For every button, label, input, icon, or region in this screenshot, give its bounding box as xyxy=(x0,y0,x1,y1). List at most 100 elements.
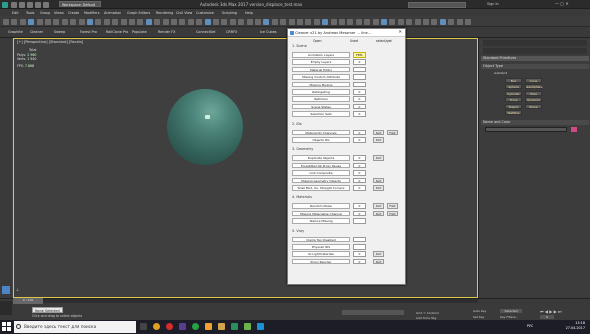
toolbar-tool-icon[interactable] xyxy=(112,18,119,25)
sphere-object[interactable] xyxy=(167,89,243,165)
create-geosphere-button[interactable]: GeoSphere xyxy=(525,84,543,90)
menu-civil-view[interactable]: Civil View xyxy=(176,11,192,15)
opera-icon[interactable] xyxy=(166,323,173,330)
check-button[interactable]: Forest/Rail Ob Proxy Reuse xyxy=(292,162,350,169)
plugin-crrfx-button[interactable]: CRRFX xyxy=(226,30,237,34)
check-button[interactable]: GI Lightmaterials xyxy=(292,251,350,257)
check-button[interactable]: Proxy Reorder xyxy=(292,258,350,265)
plugin-graphite-button[interactable]: Graphite xyxy=(8,30,23,34)
toolbar-tool-icon[interactable] xyxy=(305,18,312,25)
toolbar-tool-icon[interactable] xyxy=(255,18,261,25)
viewport-label[interactable]: [+] [Perspective] [Standard] [Facets] xyxy=(17,40,83,44)
undo-icon[interactable] xyxy=(35,1,41,8)
menu-views[interactable]: Views xyxy=(54,11,64,15)
check-button[interactable]: Shell Mod. Ov. Straight Corners xyxy=(292,185,350,191)
autogrid-checkbox[interactable]: AutoGrid xyxy=(494,71,507,75)
command-panel-tabs[interactable] xyxy=(483,40,587,46)
viewport-layout-icon[interactable] xyxy=(2,286,10,294)
toolbar-tool-icon[interactable] xyxy=(129,18,135,25)
select-button[interactable]: Slct xyxy=(373,203,384,209)
plugin-railclone-pro-button[interactable]: RailClone Pro xyxy=(106,30,128,34)
plugin-populate-button[interactable]: Populate xyxy=(132,30,147,34)
toolbar-tool-icon[interactable] xyxy=(154,18,161,25)
close-icon[interactable]: ✕ xyxy=(398,30,402,35)
toolbar-tool-icon[interactable] xyxy=(196,18,203,25)
check-button[interactable]: Scene States xyxy=(292,103,350,110)
workspace-dropdown[interactable]: Workspace: Default xyxy=(59,1,101,7)
check-button[interactable]: Empty Layers xyxy=(292,59,350,65)
create-cone-button[interactable]: Cone xyxy=(525,78,542,83)
check-button[interactable]: Retimers xyxy=(292,96,350,102)
toolbar-tool-icon[interactable] xyxy=(11,18,18,25)
toolbar-tool-icon[interactable] xyxy=(439,18,446,25)
toolbar-tool-icon[interactable] xyxy=(397,18,404,25)
toolbar-tool-icon[interactable] xyxy=(355,18,362,25)
toolbar-tool-icon[interactable] xyxy=(263,18,270,25)
new-file-icon[interactable] xyxy=(11,1,17,8)
menu-help[interactable]: Help xyxy=(245,11,253,15)
select-button[interactable]: Slct xyxy=(373,177,384,184)
create-category-icons[interactable] xyxy=(483,48,587,54)
toolbar-tool-icon[interactable] xyxy=(297,18,303,25)
toolbar-tool-icon[interactable] xyxy=(364,18,371,25)
vlc-icon[interactable] xyxy=(205,323,212,330)
timeline-slider[interactable]: 0 / 100 xyxy=(13,298,478,304)
check-button[interactable]: Texture Missing xyxy=(292,218,350,224)
taskbar-search-input[interactable]: Введите здесь текст для поиска xyxy=(14,321,136,333)
toolbar-tool-icon[interactable] xyxy=(78,18,85,25)
plugin-render-fx-button[interactable]: Render FX xyxy=(158,30,175,34)
toolbar-tool-icon[interactable] xyxy=(448,18,455,25)
select-button[interactable]: Slct xyxy=(373,137,384,143)
menu-graph-editors[interactable]: Graph Editors xyxy=(127,11,150,15)
auto-key-button[interactable]: Auto Key xyxy=(473,309,486,313)
maxscript-listener-icon[interactable] xyxy=(0,301,12,315)
select-button[interactable]: Slct xyxy=(373,210,384,217)
toolbar-tool-icon[interactable] xyxy=(45,18,51,25)
taskbar-clock[interactable]: 13:18 27.04.2017 xyxy=(555,321,585,331)
toolbar-tool-icon[interactable] xyxy=(431,18,438,25)
set-key-button[interactable]: Set Key xyxy=(473,315,484,319)
task-view-icon[interactable] xyxy=(140,323,147,330)
toolbar-tool-icon[interactable] xyxy=(70,18,77,25)
create-cylinder-button[interactable]: Cylinder xyxy=(505,90,522,96)
check-button[interactable]: Clamp Tex Disabled xyxy=(292,236,350,243)
menu-modifiers[interactable]: Modifiers xyxy=(84,11,99,15)
check-button[interactable]: Missing Geometry Objects xyxy=(292,177,350,184)
menu-customize[interactable]: Customize xyxy=(196,11,214,15)
app-icon-purple[interactable] xyxy=(179,323,186,330)
3dsmax-taskbar-icon[interactable] xyxy=(231,323,238,330)
create-pyramid-button[interactable]: Pyramid xyxy=(525,97,542,103)
window-controls[interactable]: — ▢ ✕ xyxy=(555,1,569,6)
toolbar-tool-icon[interactable] xyxy=(120,18,127,25)
toolbar-tool-icon[interactable] xyxy=(221,18,228,25)
fix-button[interactable]: Fixit xyxy=(387,203,398,209)
check-button[interactable]: Physcell IDS xyxy=(292,244,350,250)
toolbar-tool-icon[interactable] xyxy=(171,18,177,25)
fix-button[interactable]: Fixit xyxy=(387,129,398,136)
menu-group[interactable]: Group xyxy=(40,11,50,15)
toolbar-tool-icon[interactable] xyxy=(339,18,345,25)
redo-icon[interactable] xyxy=(43,1,49,8)
create-plane-button[interactable]: Plane xyxy=(525,103,542,109)
browser-icon[interactable] xyxy=(153,323,160,330)
toolbar-tool-icon[interactable] xyxy=(95,18,102,25)
toolbar-tool-icon[interactable] xyxy=(103,18,110,25)
create-sphere-button[interactable]: Sphere xyxy=(505,84,522,90)
toolbar-tool-icon[interactable] xyxy=(280,18,287,25)
folder-icon[interactable] xyxy=(218,323,225,330)
windows-start-icon[interactable] xyxy=(2,322,11,331)
check-button[interactable]: Objects IDs xyxy=(292,137,350,143)
check-button[interactable]: Missing Custom Attribute xyxy=(292,74,350,80)
check-button[interactable]: Link Composite xyxy=(292,170,350,176)
dialog-tab-select-get[interactable]: select/get xyxy=(376,39,392,43)
toolbar-tool-icon[interactable] xyxy=(87,18,93,25)
toolbar-tool-icon[interactable] xyxy=(204,18,211,25)
object-name-field[interactable] xyxy=(485,127,567,132)
menu-edit[interactable]: Edit xyxy=(12,11,19,15)
menu-rendering[interactable]: Rendering xyxy=(156,11,173,15)
current-frame-field[interactable]: 0 xyxy=(540,315,554,319)
check-button[interactable]: Selection Sets xyxy=(292,111,350,117)
toolbar-tool-icon[interactable] xyxy=(414,18,421,25)
toolbar-tool-icon[interactable] xyxy=(145,18,152,25)
dialog-title-bar[interactable]: Cleaner v21 by Andreas Messmer ... line.… xyxy=(288,29,405,37)
